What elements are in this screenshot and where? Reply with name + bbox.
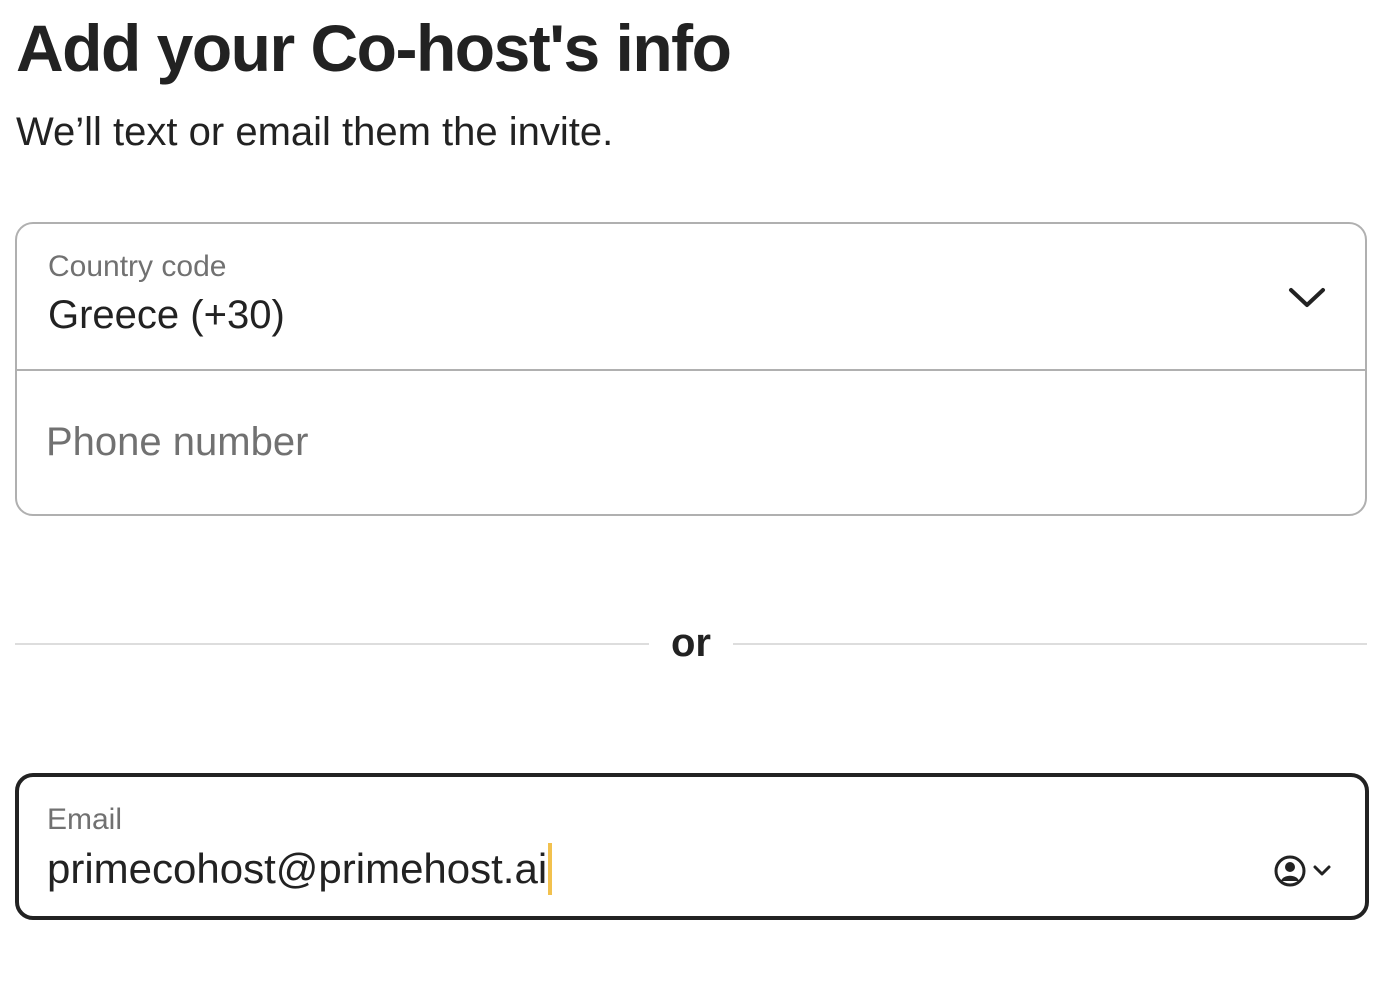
phone-number-input[interactable]	[46, 371, 1336, 514]
country-code-select[interactable]: Country code Greece (+30)	[17, 224, 1365, 371]
email-input[interactable]: primecohost@primehost.ai	[47, 843, 553, 895]
divider-text: or	[671, 621, 711, 665]
country-code-label: Country code	[48, 250, 227, 283]
email-value: primecohost@primehost.ai	[47, 845, 548, 892]
divider-line-left	[15, 643, 649, 645]
page: Add your Co-host's info We’ll text or em…	[0, 0, 1396, 1006]
text-caret	[548, 843, 553, 895]
page-subtitle: We’ll text or email them the invite.	[16, 110, 614, 154]
divider-line-right	[733, 643, 1367, 645]
country-code-value: Greece (+30)	[48, 293, 285, 337]
email-label: Email	[47, 803, 123, 836]
chevron-down-icon	[1289, 288, 1325, 307]
or-divider: or	[15, 620, 1367, 666]
phone-field-group: Country code Greece (+30)	[15, 222, 1367, 516]
phone-number-row	[17, 371, 1365, 514]
account-autofill-icon[interactable]	[1273, 853, 1337, 889]
page-title: Add your Co-host's info	[16, 11, 732, 85]
email-field[interactable]: Email primecohost@primehost.ai	[15, 773, 1369, 920]
